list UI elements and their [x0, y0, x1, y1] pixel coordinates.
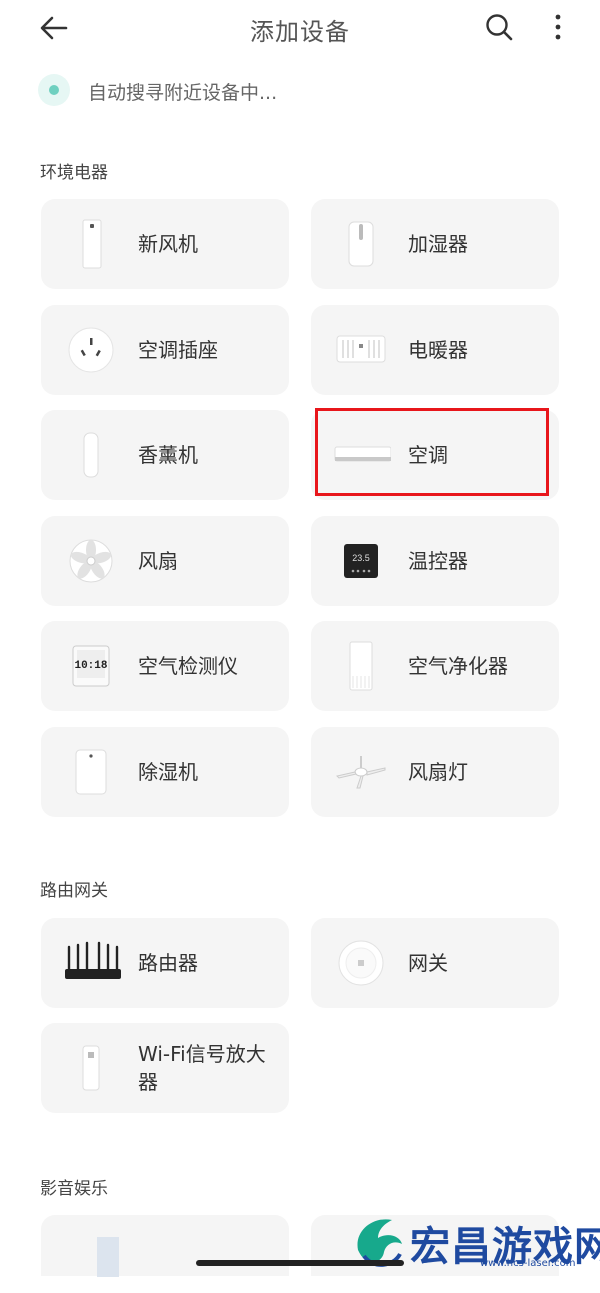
electric-heater-icon — [336, 335, 386, 363]
dragon-logo-icon — [357, 1219, 402, 1267]
watermark-logo: 宏昌游戏网 www.hcs-laser.com — [348, 1210, 600, 1276]
home-indicator[interactable] — [196, 1260, 404, 1266]
device-label: 加湿器 — [408, 232, 468, 256]
device-label: 除湿机 — [138, 760, 198, 784]
device-card-media-1[interactable] — [41, 1215, 289, 1277]
device-label: Wi-Fi信号放大器 — [138, 1042, 266, 1094]
humidifier-icon — [348, 221, 374, 267]
device-label: 新风机 — [138, 232, 198, 256]
wifi-extender-icon — [82, 1045, 100, 1091]
section-title-router: 路由网关 — [40, 881, 108, 901]
device-label: 温控器 — [408, 549, 468, 573]
air-quality-monitor-icon: 10:18 — [72, 645, 110, 687]
device-card-air-purifier[interactable]: 空气净化器 — [311, 621, 559, 711]
thermostat-icon: 23.5 — [344, 544, 378, 578]
fan-icon — [69, 539, 113, 583]
device-label: 空气检测仪 — [138, 654, 238, 678]
device-card-humidifier[interactable]: 加湿器 — [311, 199, 559, 289]
device-card-heater[interactable]: 电暖器 — [311, 305, 559, 395]
ceiling-fan-light-icon — [336, 756, 386, 789]
more-menu-icon[interactable] — [548, 12, 568, 42]
device-card-fan[interactable]: 风扇 — [41, 516, 289, 606]
thermostat-readout: 23.5 — [352, 553, 370, 563]
device-label: 空调插座 — [138, 338, 218, 362]
dehumidifier-icon — [75, 749, 107, 795]
section-title-media: 影音娱乐 — [40, 1179, 108, 1199]
device-label: 空气净化器 — [408, 654, 508, 678]
ac-socket-icon — [68, 327, 114, 373]
device-card-aroma-diffuser[interactable]: 香薰机 — [41, 410, 289, 500]
air-monitor-readout: 10:18 — [74, 660, 107, 672]
device-card-air-monitor[interactable]: 10:18 空气检测仪 — [41, 621, 289, 711]
app-header: 添加设备 — [0, 0, 600, 56]
device-card-dehumidifier[interactable]: 除湿机 — [41, 727, 289, 817]
scan-status-text: 自动搜寻附近设备中... — [88, 82, 278, 104]
watermark-url: www.hcs-laser.com — [480, 1258, 576, 1269]
aroma-diffuser-icon — [83, 432, 99, 478]
device-card-ac-plug[interactable]: 空调插座 — [41, 305, 289, 395]
section-title-environment: 环境电器 — [40, 163, 108, 183]
device-card-thermostat[interactable]: 23.5 温控器 — [311, 516, 559, 606]
device-card-fan-light[interactable]: 风扇灯 — [311, 727, 559, 817]
fresh-air-unit-icon — [82, 219, 102, 269]
search-icon[interactable] — [484, 12, 514, 42]
device-label: 网关 — [408, 951, 448, 975]
device-card-wifi-extender[interactable]: Wi-Fi信号放大器 — [41, 1023, 289, 1113]
router-icon — [65, 941, 121, 979]
device-card-gateway[interactable]: 网关 — [311, 918, 559, 1008]
device-card-fresh-air[interactable]: 新风机 — [41, 199, 289, 289]
selection-highlight-box — [315, 408, 549, 496]
gateway-icon — [338, 940, 384, 986]
device-label: 风扇灯 — [408, 760, 468, 784]
auto-scan-status: 自动搜寻附近设备中... — [38, 72, 558, 108]
device-card-router[interactable]: 路由器 — [41, 918, 289, 1008]
air-purifier-icon — [349, 641, 373, 691]
device-label: 路由器 — [138, 951, 198, 975]
scanning-indicator-icon — [38, 74, 70, 106]
device-label: 香薰机 — [138, 443, 198, 467]
device-label: 电暖器 — [408, 338, 468, 362]
device-label: 风扇 — [138, 549, 178, 573]
media-device-icon — [97, 1237, 119, 1277]
